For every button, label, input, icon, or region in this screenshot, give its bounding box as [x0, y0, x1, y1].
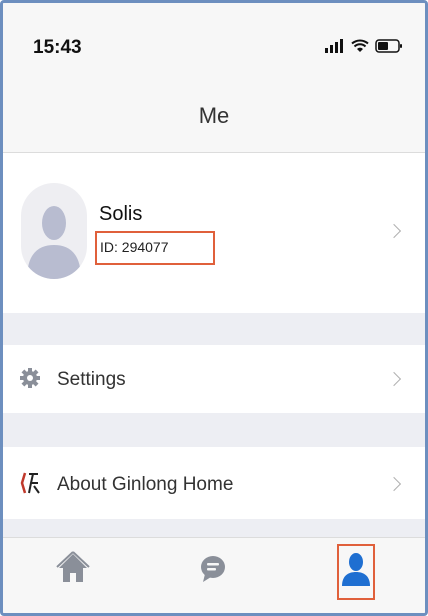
status-bar: 15:43: [3, 3, 425, 81]
phone-screen: 15:43 Me Solis ID: 294077 Settings About…: [0, 0, 428, 616]
status-time: 15:43: [33, 37, 82, 58]
person-icon: [342, 553, 370, 586]
gear-icon: [20, 368, 40, 388]
chevron-right-icon: [386, 476, 402, 492]
section-divider: [3, 313, 425, 345]
person-silhouette-icon: [27, 206, 81, 279]
avatar: [21, 183, 87, 279]
chat-bubble-icon: [201, 556, 225, 582]
section-divider: [3, 413, 425, 447]
menu-item-label: Settings: [57, 369, 126, 390]
menu-item-about[interactable]: About Ginlong Home: [3, 447, 425, 519]
battery-icon: [375, 39, 402, 53]
tab-messages[interactable]: [193, 548, 233, 598]
chevron-right-icon: [386, 223, 402, 239]
ginlong-logo-icon: [20, 472, 40, 494]
profile-card[interactable]: Solis ID: 294077: [3, 153, 425, 313]
menu-item-label: About Ginlong Home: [57, 474, 234, 495]
section-divider: [3, 519, 425, 537]
tab-me[interactable]: [337, 544, 375, 600]
page-title: Me: [198, 103, 230, 128]
user-id: ID: 294077: [95, 231, 215, 265]
chevron-right-icon: [386, 371, 402, 387]
signal-icon: [325, 39, 343, 53]
wifi-icon: [351, 39, 369, 52]
tab-bar: [3, 537, 425, 613]
nav-header: Me: [3, 81, 425, 153]
home-icon: [56, 551, 90, 582]
tab-home[interactable]: [53, 548, 93, 598]
profile-name: Solis: [99, 203, 143, 225]
menu-item-settings[interactable]: Settings: [3, 345, 425, 413]
status-icons: [325, 39, 403, 53]
